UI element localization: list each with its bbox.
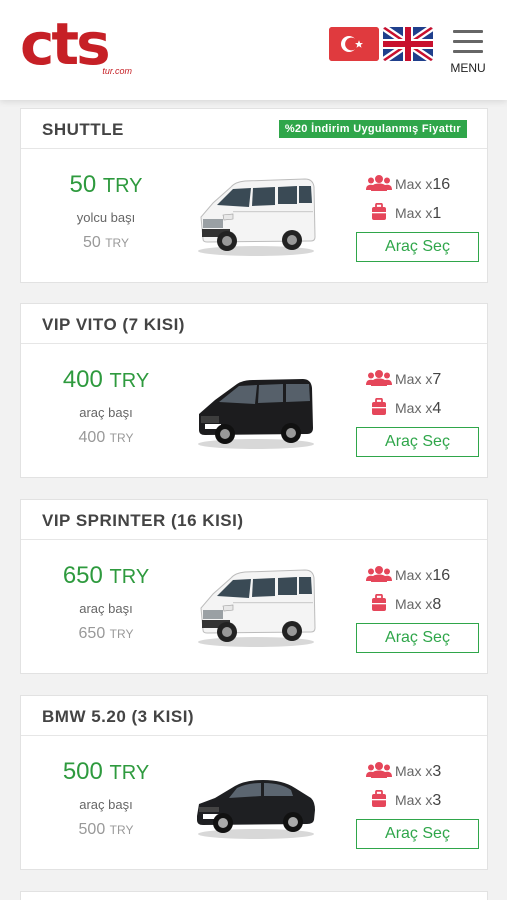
original-price-value: 400	[78, 429, 106, 446]
card-body: 50 TRY yolcu başı 50 TRY Max x16 Max x1 …	[21, 149, 487, 282]
original-price-value: 50	[82, 234, 101, 251]
passenger-count: 7	[432, 371, 442, 388]
hamburger-icon	[453, 30, 483, 33]
passenger-count: 16	[432, 176, 451, 193]
white-van-icon	[193, 167, 319, 259]
passengers-icon	[366, 174, 392, 192]
price: 400 TRY	[31, 366, 181, 394]
price: 650 TRY	[31, 562, 181, 590]
price-value: 50	[69, 171, 97, 198]
menu-label: MENU	[450, 61, 486, 75]
vehicle-card-vip-sprinter: VIP SPRINTER (16 KISI) 650 TRY araç başı…	[20, 499, 488, 674]
vehicle-card-bmw: BMW 5.20 (3 KISI) 500 TRY araç başı 500 …	[20, 695, 488, 870]
max-label: Max	[395, 371, 422, 387]
original-price-value: 500	[78, 821, 106, 838]
passengers-icon	[366, 761, 392, 779]
cts-logo[interactable]: cts tur.com	[20, 12, 140, 80]
original-price-currency: TRY	[109, 823, 134, 837]
vehicle-title: SHUTTLE	[42, 120, 124, 139]
original-price: 500 TRY	[31, 821, 181, 839]
price-unit: araç başı	[79, 601, 133, 616]
card-header: BMW 5.20 (3 KISI)	[21, 696, 487, 736]
uk-flag-icon[interactable]	[383, 27, 433, 61]
price-value: 400	[62, 366, 103, 393]
menu-button[interactable]: MENU	[448, 28, 488, 75]
luggage-count: 4	[432, 400, 442, 417]
black-sedan-icon	[193, 754, 319, 846]
select-vehicle-button[interactable]: Araç Seç	[356, 427, 479, 457]
price-value: 500	[62, 758, 103, 785]
top-header: cts tur.com MENU	[0, 0, 507, 100]
original-price: 650 TRY	[31, 625, 181, 643]
max-label: Max	[395, 400, 422, 416]
vehicle-card-vip-vito: VIP VITO (7 KISI) 400 TRY araç başı 400 …	[20, 303, 488, 478]
card-body: 650 TRY araç başı 650 TRY Max x16 Max x8…	[21, 540, 487, 673]
vehicle-card-shuttle: SHUTTLE %20 İndirim Uygulanmış Fiyattır …	[20, 108, 488, 283]
card-header: VIP VITO (7 KISI)	[21, 304, 487, 344]
luggage-icon	[371, 790, 387, 808]
price-currency: TRY	[109, 566, 150, 588]
max-label: Max	[395, 792, 422, 808]
logo-text: cts	[20, 10, 111, 78]
max-label: Max	[395, 567, 422, 583]
passengers-icon	[366, 369, 392, 387]
luggage-count: 1	[432, 205, 442, 222]
original-price-currency: TRY	[109, 431, 134, 445]
black-van-icon	[193, 362, 319, 454]
original-price-currency: TRY	[109, 627, 134, 641]
logo-subtext: tur.com	[102, 66, 132, 76]
price-currency: TRY	[109, 762, 150, 784]
card-body: 400 TRY araç başı 400 TRY Max x7 Max x4 …	[21, 344, 487, 477]
price: 500 TRY	[31, 758, 181, 786]
original-price-currency: TRY	[105, 236, 130, 250]
select-vehicle-button[interactable]: Araç Seç	[356, 232, 479, 262]
luggage-icon	[371, 398, 387, 416]
price-currency: TRY	[109, 370, 150, 392]
white-van-icon	[193, 558, 319, 650]
max-label: Max	[395, 763, 422, 779]
luggage-icon	[371, 203, 387, 221]
price: 50 TRY	[31, 171, 181, 199]
passengers-icon	[366, 565, 392, 583]
max-label: Max	[395, 596, 422, 612]
luggage-count: 3	[432, 792, 442, 809]
price-currency: TRY	[102, 175, 143, 197]
turkish-flag-icon[interactable]	[329, 27, 379, 61]
card-header: VIP SPRINTER (16 KISI)	[21, 500, 487, 540]
select-vehicle-button[interactable]: Araç Seç	[356, 819, 479, 849]
vehicle-title: VIP VITO (7 KISI)	[42, 315, 185, 334]
discount-badge: %20 İndirim Uygulanmış Fiyattır	[278, 120, 467, 138]
passenger-count: 3	[432, 763, 442, 780]
price-unit: yolcu başı	[76, 210, 136, 225]
original-price-value: 650	[78, 625, 106, 642]
passenger-count: 16	[432, 567, 451, 584]
vehicle-card-next	[20, 891, 488, 900]
vehicle-title: VIP SPRINTER (16 KISI)	[42, 511, 244, 530]
price-unit: araç başı	[79, 797, 133, 812]
price-value: 650	[62, 562, 103, 589]
original-price: 400 TRY	[31, 429, 181, 447]
max-label: Max	[395, 205, 422, 221]
card-header: SHUTTLE %20 İndirim Uygulanmış Fiyattır	[21, 109, 487, 149]
max-label: Max	[395, 176, 422, 192]
price-unit: araç başı	[79, 405, 133, 420]
card-body: 500 TRY araç başı 500 TRY Max x3 Max x3 …	[21, 736, 487, 869]
select-vehicle-button[interactable]: Araç Seç	[356, 623, 479, 653]
luggage-count: 8	[432, 596, 442, 613]
original-price: 50 TRY	[31, 234, 181, 252]
vehicle-title: BMW 5.20 (3 KISI)	[42, 707, 195, 726]
luggage-icon	[371, 594, 387, 612]
